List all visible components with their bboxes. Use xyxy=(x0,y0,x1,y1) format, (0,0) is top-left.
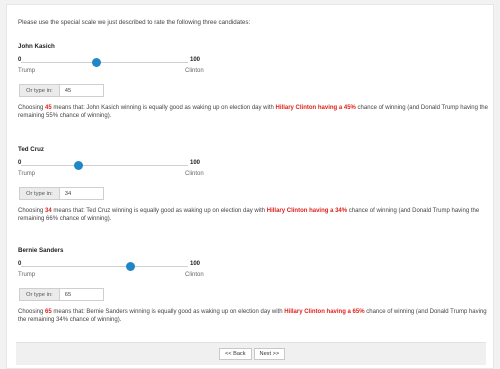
type-in-group: Or type in: xyxy=(18,288,488,301)
explanation-text: Choosing 45 means that: John Kasich winn… xyxy=(18,104,488,120)
survey-page: Please use the special scale we just des… xyxy=(6,4,494,369)
scale-max-label: 100 xyxy=(190,57,201,63)
candidate-name: John Kasich xyxy=(18,43,55,50)
explanation-text: Choosing 34 means that: Ted Cruz winning… xyxy=(18,207,488,223)
type-in-group: Or type in: xyxy=(18,84,488,97)
explanation-prefix: Choosing xyxy=(18,309,46,315)
scale-left-end-label: Trump xyxy=(18,272,36,278)
rating-slider[interactable]: 0 100 xyxy=(18,160,488,170)
navigation-bar: << Back Next >> xyxy=(16,342,486,365)
explanation-value: 45 xyxy=(45,105,52,111)
explanation-value: 34 xyxy=(45,208,52,214)
explanation-middle: means that: Ted Cruz winning is equally … xyxy=(51,208,267,214)
slider-thumb[interactable] xyxy=(73,161,83,170)
slider-track[interactable] xyxy=(21,266,188,267)
candidate-name: Bernie Sanders xyxy=(18,247,64,254)
rating-input[interactable] xyxy=(58,288,104,301)
scale-max-label: 100 xyxy=(190,160,201,166)
rating-slider[interactable]: 0 100 xyxy=(18,57,488,67)
rating-input[interactable] xyxy=(58,187,104,200)
slider-track[interactable] xyxy=(21,165,188,166)
explanation-highlight: Hillary Clinton having a 45% xyxy=(275,105,356,111)
type-in-label: Or type in: xyxy=(19,187,59,200)
type-in-label: Or type in: xyxy=(19,288,59,301)
explanation-value: 65 xyxy=(45,309,52,315)
slider-thumb[interactable] xyxy=(125,262,135,271)
type-in-label: Or type in: xyxy=(19,84,59,97)
scale-right-end-label: Clinton xyxy=(185,272,204,278)
explanation-prefix: Choosing xyxy=(18,208,46,214)
explanation-text: Choosing 65 means that: Bernie Sanders w… xyxy=(18,308,488,324)
candidate-block-cruz: Ted Cruz 0 100 Trump Clinton Or type in:… xyxy=(18,146,488,223)
explanation-middle: means that: Bernie Sanders winning is eq… xyxy=(51,309,285,315)
next-button[interactable]: Next >> xyxy=(253,348,286,360)
rating-input[interactable] xyxy=(58,84,104,97)
slider-thumb[interactable] xyxy=(92,58,102,67)
rating-slider[interactable]: 0 100 xyxy=(18,261,488,271)
candidate-block-kasich: John Kasich 0 100 Trump Clinton Or type … xyxy=(18,43,488,120)
instructions-text: Please use the special scale we just des… xyxy=(18,19,251,26)
scale-left-end-label: Trump xyxy=(18,171,36,177)
scale-max-label: 100 xyxy=(190,261,201,267)
back-button[interactable]: << Back xyxy=(219,348,252,360)
scale-right-end-label: Clinton xyxy=(185,171,204,177)
explanation-prefix: Choosing xyxy=(18,105,46,111)
explanation-highlight: Hillary Clinton having a 65% xyxy=(284,309,365,315)
explanation-highlight: Hillary Clinton having a 34% xyxy=(266,208,348,214)
explanation-middle: means that: John Kasich winning is equal… xyxy=(51,105,276,111)
slider-track[interactable] xyxy=(21,62,188,63)
candidate-name: Ted Cruz xyxy=(18,146,45,153)
scale-right-end-label: Clinton xyxy=(185,68,204,74)
scale-left-end-label: Trump xyxy=(18,68,36,74)
candidate-block-sanders: Bernie Sanders 0 100 Trump Clinton Or ty… xyxy=(18,247,488,324)
type-in-group: Or type in: xyxy=(18,187,488,200)
